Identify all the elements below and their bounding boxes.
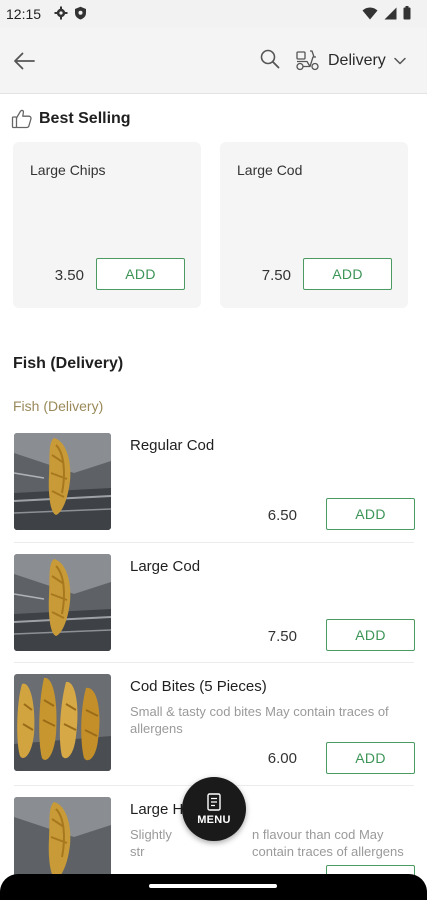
item-price: 6.00	[267, 750, 297, 767]
item-image[interactable]	[14, 674, 111, 771]
fried-fish-photo	[14, 554, 111, 651]
item-divider	[14, 542, 414, 543]
item-description-tail: n flavour than cod May contain traces of…	[252, 827, 404, 859]
back-button[interactable]	[10, 48, 38, 74]
add-button[interactable]: ADD	[326, 742, 415, 774]
item-image[interactable]	[14, 554, 111, 651]
system-nav-bar	[0, 874, 427, 900]
best-selling-card[interactable]: Large Cod 7.50 ADD	[220, 142, 408, 308]
item-name: Large H	[130, 801, 184, 818]
item-description: Slightly str	[130, 827, 172, 859]
add-button[interactable]: ADD	[303, 258, 392, 290]
delivery-mode-dropdown[interactable]: Delivery	[328, 50, 406, 72]
chevron-down-icon	[394, 57, 406, 65]
status-time: 12:15	[6, 6, 42, 22]
item-divider	[14, 662, 414, 663]
item-name: Large Cod	[130, 558, 201, 575]
wifi-icon	[362, 7, 378, 19]
item-price: 7.50	[267, 628, 297, 645]
item-name: Regular Cod	[130, 437, 215, 454]
delivery-mode-label: Delivery	[328, 52, 386, 69]
battery-icon	[403, 6, 411, 20]
scooter-icon	[296, 50, 319, 71]
add-button[interactable]: ADD	[96, 258, 185, 290]
search-icon	[260, 49, 280, 69]
home-gesture-handle[interactable]	[149, 884, 277, 888]
best-selling-title: Best Selling	[39, 110, 131, 127]
delivery-mode-icon[interactable]	[295, 48, 321, 72]
add-button[interactable]: ADD	[326, 498, 415, 530]
item-description: Small & tasty cod bites May contain trac…	[130, 704, 389, 736]
status-icons-left	[54, 6, 87, 20]
cod-bites-photo	[14, 674, 111, 771]
fried-fish-photo	[14, 433, 111, 530]
status-icons-right	[362, 6, 411, 20]
arrow-left-icon	[14, 52, 35, 70]
best-selling-header: Best Selling	[11, 109, 131, 129]
thumbs-up-icon	[11, 109, 32, 129]
menu-fab-label: MENU	[197, 813, 231, 826]
status-bar: 12:15	[0, 0, 427, 28]
item-name: Cod Bites (5 Pieces)	[130, 678, 267, 695]
best-selling-item-name: Large Cod	[237, 162, 303, 178]
gear-icon	[54, 6, 68, 20]
category-title: Fish (Delivery)	[13, 398, 104, 414]
menu-doc-icon	[207, 792, 221, 811]
section-title: Fish (Delivery)	[13, 355, 124, 372]
item-image[interactable]	[14, 433, 111, 530]
best-selling-card[interactable]: Large Chips 3.50 ADD	[13, 142, 201, 308]
item-price: 6.50	[267, 507, 297, 524]
search-button[interactable]	[259, 48, 283, 72]
best-selling-item-name: Large Chips	[30, 162, 106, 178]
best-selling-item-price: 3.50	[54, 267, 84, 284]
app-bar: Delivery	[0, 28, 427, 94]
menu-fab-button[interactable]: MENU	[182, 777, 246, 841]
best-selling-item-price: 7.50	[261, 267, 291, 284]
add-button[interactable]: ADD	[326, 619, 415, 651]
shield-icon	[75, 6, 86, 20]
signal-icon	[384, 7, 397, 19]
